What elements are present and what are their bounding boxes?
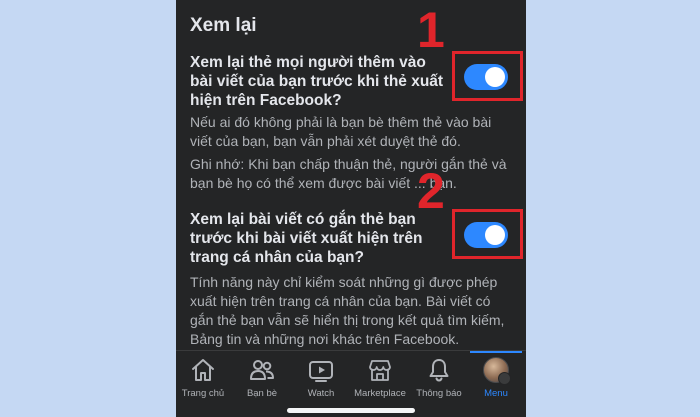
tab-label: Watch [307,388,335,399]
section-title: Xem lại [190,15,257,36]
home-indicator [287,408,415,413]
tab-notifications[interactable]: Thông báo [409,357,469,399]
tab-label: Thông báo [416,388,462,399]
tab-label: Trang chủ [181,388,225,399]
settings-screen: Xem lại Xem lại thẻ mọi người thêm vào b… [176,0,526,417]
setting-note: Ghi nhớ: Khi bạn chấp thuận thẻ, người g… [190,156,507,191]
menu-badge-icon [498,372,511,385]
tab-menu[interactable]: Menu [466,357,526,399]
highlight-box-2 [452,209,523,259]
annotation-number-1: 1 [417,2,445,58]
tab-friends[interactable]: Bạn bè [232,357,292,399]
annotation-number-2: 2 [417,163,445,219]
tab-label: Bạn bè [246,388,278,399]
setting-description: Nếu ai đó không phải là bạn bè thêm thẻ … [190,114,492,149]
tab-home[interactable]: Trang chủ [176,357,233,399]
friends-icon [250,360,274,380]
active-tab-indicator [470,351,522,353]
watch-icon [309,361,333,382]
bottom-tab-bar: Trang chủ Bạn bè Watch Marketplace Thông… [176,350,526,417]
tab-watch[interactable]: Watch [291,357,351,399]
tab-label: Menu [484,388,508,399]
setting-description: Tính năng này chỉ kiểm soát những gì đượ… [190,274,505,347]
avatar [483,357,511,385]
marketplace-icon [369,360,391,381]
bell-icon [429,359,449,382]
setting-title-review-posts: Xem lại bài viết có gắn thẻ bạn trước kh… [190,211,423,266]
setting-title-review-tags: Xem lại thẻ mọi người thêm vào bài viết … [190,54,444,109]
tab-label: Marketplace [354,388,406,399]
tab-marketplace[interactable]: Marketplace [350,357,410,399]
home-icon [192,359,214,381]
highlight-box-1 [452,51,523,101]
